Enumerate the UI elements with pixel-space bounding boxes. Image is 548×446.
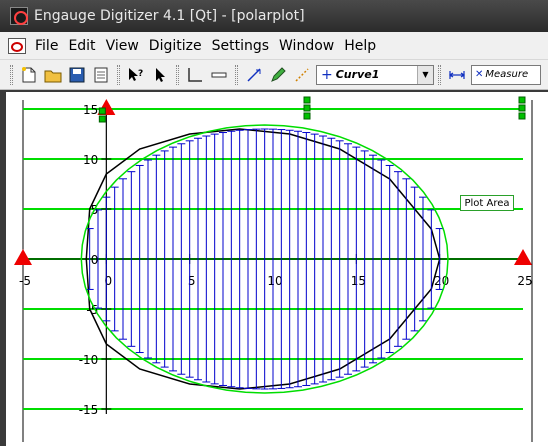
measure-icon xyxy=(448,70,466,79)
curve-point-button[interactable] xyxy=(243,64,265,86)
scale-bar-button[interactable] xyxy=(208,64,230,86)
curve-marker-icon: + xyxy=(321,66,333,83)
y-tick-label: -10 xyxy=(79,353,99,367)
help-cursor-icon: ? xyxy=(129,67,143,81)
menu-window[interactable]: Window xyxy=(274,38,339,54)
point-match-button[interactable] xyxy=(291,64,313,86)
axis-point-marker xyxy=(14,249,32,265)
save-icon xyxy=(69,67,85,82)
x-tick-label: -5 xyxy=(19,274,31,288)
app-icon xyxy=(10,7,28,25)
x-tick-label: 5 xyxy=(188,274,196,288)
cursor-icon xyxy=(156,67,165,82)
document-canvas[interactable]: -5 0 5 10 15 20 25 15 10 5 0 -5 -10 -15 Plot Area xyxy=(6,92,548,446)
selection-handle xyxy=(518,104,526,112)
segment-fill-button[interactable] xyxy=(267,64,289,86)
polar-plot[interactable]: -5 0 5 10 15 20 25151050-5-10-15 xyxy=(6,92,548,446)
x-tick-label: 25 xyxy=(517,274,532,288)
y-tick-label: 0 xyxy=(91,253,99,267)
x-tick-label: 15 xyxy=(351,274,366,288)
measure-button[interactable] xyxy=(446,64,468,86)
y-tick-label: 15 xyxy=(83,103,98,117)
menu-edit[interactable]: Edit xyxy=(63,38,100,54)
new-file-button[interactable] xyxy=(18,64,40,86)
toolbar-grip[interactable] xyxy=(10,64,13,85)
selection-handle xyxy=(518,96,526,104)
axis-point-marker xyxy=(514,249,532,265)
pencil-icon xyxy=(271,66,286,82)
save-button[interactable] xyxy=(66,64,88,86)
new-file-icon xyxy=(22,66,36,82)
selection-handle xyxy=(303,112,311,120)
plot-area-label: Plot Area xyxy=(460,195,514,211)
measure-select-value: Measure xyxy=(485,69,529,80)
toolbar: ? + Curve1 ▼ ✕ Measure xyxy=(0,60,548,90)
select-button[interactable] xyxy=(149,64,171,86)
document-icon[interactable] xyxy=(8,37,26,54)
window-title: Engauge Digitizer 4.1 [Qt] - [polarplot] xyxy=(34,8,305,24)
open-folder-icon xyxy=(44,70,62,82)
toolbar-grip[interactable] xyxy=(235,64,238,85)
measure-select[interactable]: ✕ Measure xyxy=(471,64,541,85)
svg-text:?: ? xyxy=(138,69,143,79)
x-tick-label: 0 xyxy=(105,274,113,288)
y-tick-label: 10 xyxy=(83,153,98,167)
curve-select[interactable]: + Curve1 ▼ xyxy=(316,64,434,85)
selection-handle xyxy=(303,96,311,104)
selection-handle xyxy=(518,112,526,120)
chevron-down-icon[interactable]: ▼ xyxy=(417,65,433,84)
x-marker-icon: ✕ xyxy=(475,69,484,80)
selection-handle xyxy=(98,115,106,123)
scale-bar-icon xyxy=(211,72,227,77)
menu-digitize[interactable]: Digitize xyxy=(144,38,207,54)
x-tick-label: 10 xyxy=(267,274,282,288)
point-match-icon xyxy=(295,67,309,82)
toolbar-grip[interactable] xyxy=(438,64,441,85)
title-bar: Engauge Digitizer 4.1 [Qt] - [polarplot] xyxy=(0,0,548,32)
curve-select-value: Curve1 xyxy=(335,68,380,81)
toolbar-grip[interactable] xyxy=(176,64,179,85)
whats-this-button[interactable]: ? xyxy=(125,64,147,86)
axis-point-button[interactable] xyxy=(184,64,206,86)
menu-bar: File Edit View Digitize Settings Window … xyxy=(0,32,548,60)
menu-help[interactable]: Help xyxy=(339,38,381,54)
menu-file[interactable]: File xyxy=(30,38,63,54)
selection-handle xyxy=(303,104,311,112)
print-icon xyxy=(94,67,108,82)
curve-point-icon xyxy=(247,67,261,82)
menu-view[interactable]: View xyxy=(101,38,144,54)
y-tick-label: -15 xyxy=(79,403,99,417)
open-file-button[interactable] xyxy=(42,64,64,86)
menu-settings[interactable]: Settings xyxy=(207,38,274,54)
toolbar-grip[interactable] xyxy=(117,64,120,85)
print-button[interactable] xyxy=(90,64,112,86)
selection-handle xyxy=(98,107,106,115)
axes-icon xyxy=(188,67,202,82)
